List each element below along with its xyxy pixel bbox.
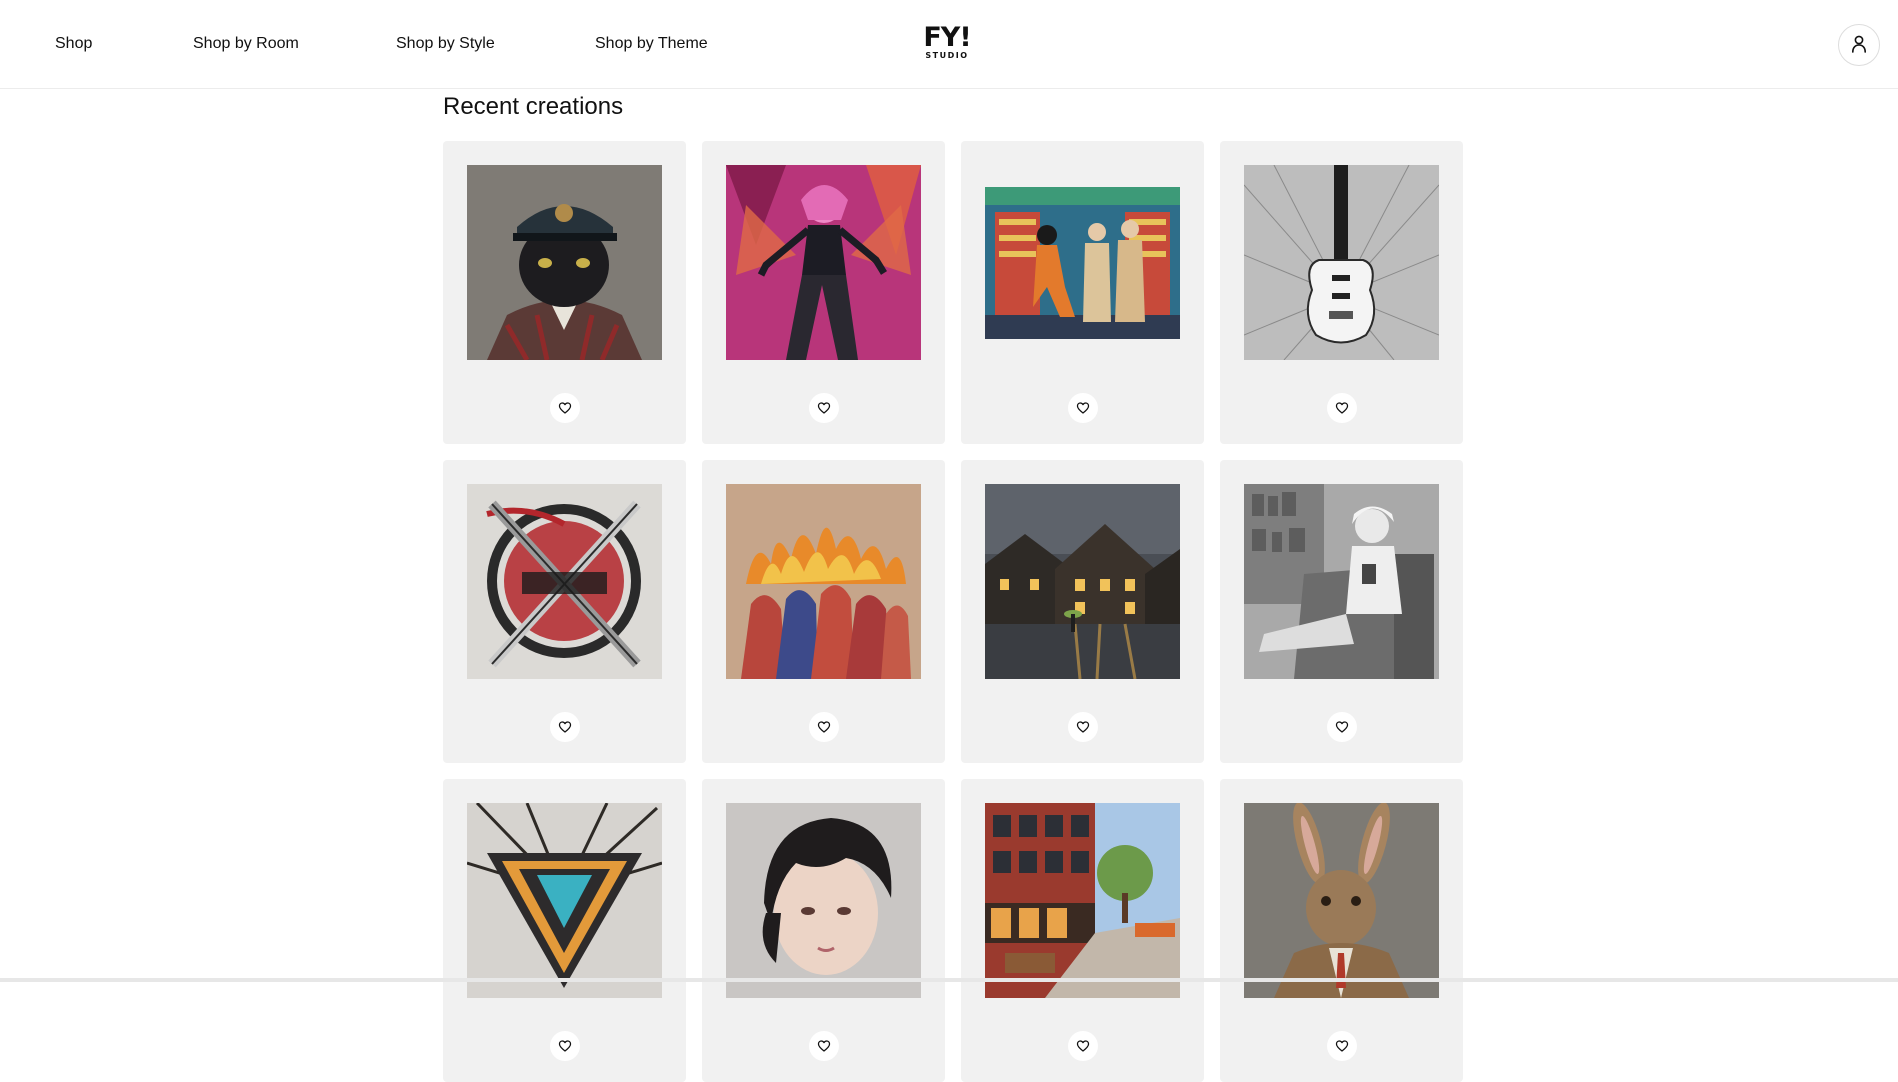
favorite-button[interactable] — [809, 1031, 839, 1061]
creation-card[interactable] — [702, 779, 945, 1082]
account-button[interactable] — [1838, 24, 1880, 66]
bottom-divider — [0, 978, 1898, 982]
pink-haired-demon-girl-artwork — [726, 165, 921, 360]
heart-icon — [1335, 720, 1349, 734]
heart-icon — [558, 401, 572, 415]
figures-in-flames-painting — [726, 484, 921, 679]
crossed-swords-emblem-artwork — [467, 484, 662, 679]
heart-icon — [558, 1039, 572, 1053]
favorite-button[interactable] — [1327, 393, 1357, 423]
heart-icon — [817, 401, 831, 415]
creation-card[interactable] — [443, 779, 686, 1082]
creation-card[interactable] — [443, 460, 686, 763]
section-title: Recent creations — [443, 93, 624, 120]
short-haired-girl-portrait — [726, 803, 921, 998]
heart-icon — [1335, 401, 1349, 415]
shopping-street-plaza-render — [985, 803, 1180, 998]
favorite-button[interactable] — [550, 712, 580, 742]
retro-shop-couple-comic-artwork — [985, 186, 1180, 339]
triangle-v-emblem-artwork — [467, 803, 662, 998]
user-icon — [1851, 35, 1867, 56]
logo-wordmark: FY! — [923, 22, 971, 53]
nav-link-shop-by-room[interactable]: Shop by Room — [193, 34, 299, 54]
creation-card[interactable] — [1220, 779, 1463, 1082]
favorite-button[interactable] — [1327, 1031, 1357, 1061]
cat-in-military-cap-artwork — [467, 165, 662, 360]
creation-card[interactable] — [702, 460, 945, 763]
creation-card[interactable] — [961, 460, 1204, 763]
woman-reading-armchair-sketch — [1244, 484, 1439, 679]
top-navigation-bar: Shop Shop by Room Shop by Style Shop by … — [0, 0, 1898, 89]
heart-icon — [817, 720, 831, 734]
creation-card[interactable] — [961, 141, 1204, 444]
heart-icon — [1076, 1039, 1090, 1053]
favorite-button[interactable] — [550, 1031, 580, 1061]
fyi-studio-logo[interactable]: FY! STUDIO — [922, 24, 972, 64]
favorite-button[interactable] — [809, 393, 839, 423]
heart-icon — [558, 720, 572, 734]
nav-link-shop[interactable]: Shop — [55, 34, 92, 54]
logo-subtitle: STUDIO — [925, 51, 969, 60]
creation-card[interactable] — [443, 141, 686, 444]
favorite-button[interactable] — [1068, 712, 1098, 742]
nav-link-shop-by-style[interactable]: Shop by Style — [396, 34, 495, 54]
hare-in-tweed-suit-painting — [1244, 803, 1439, 998]
nav-link-shop-by-theme[interactable]: Shop by Theme — [595, 34, 708, 54]
sketched-electric-guitar-artwork — [1244, 165, 1439, 360]
rainy-town-street-night-artwork — [985, 484, 1180, 679]
creation-card[interactable] — [1220, 141, 1463, 444]
heart-icon — [1335, 1039, 1349, 1053]
favorite-button[interactable] — [1327, 712, 1357, 742]
heart-icon — [1076, 401, 1090, 415]
favorite-button[interactable] — [550, 393, 580, 423]
creation-card[interactable] — [702, 141, 945, 444]
creation-card[interactable] — [961, 779, 1204, 1082]
heart-icon — [817, 1039, 831, 1053]
favorite-button[interactable] — [809, 712, 839, 742]
creation-card[interactable] — [1220, 460, 1463, 763]
favorite-button[interactable] — [1068, 393, 1098, 423]
heart-icon — [1076, 720, 1090, 734]
favorite-button[interactable] — [1068, 1031, 1098, 1061]
